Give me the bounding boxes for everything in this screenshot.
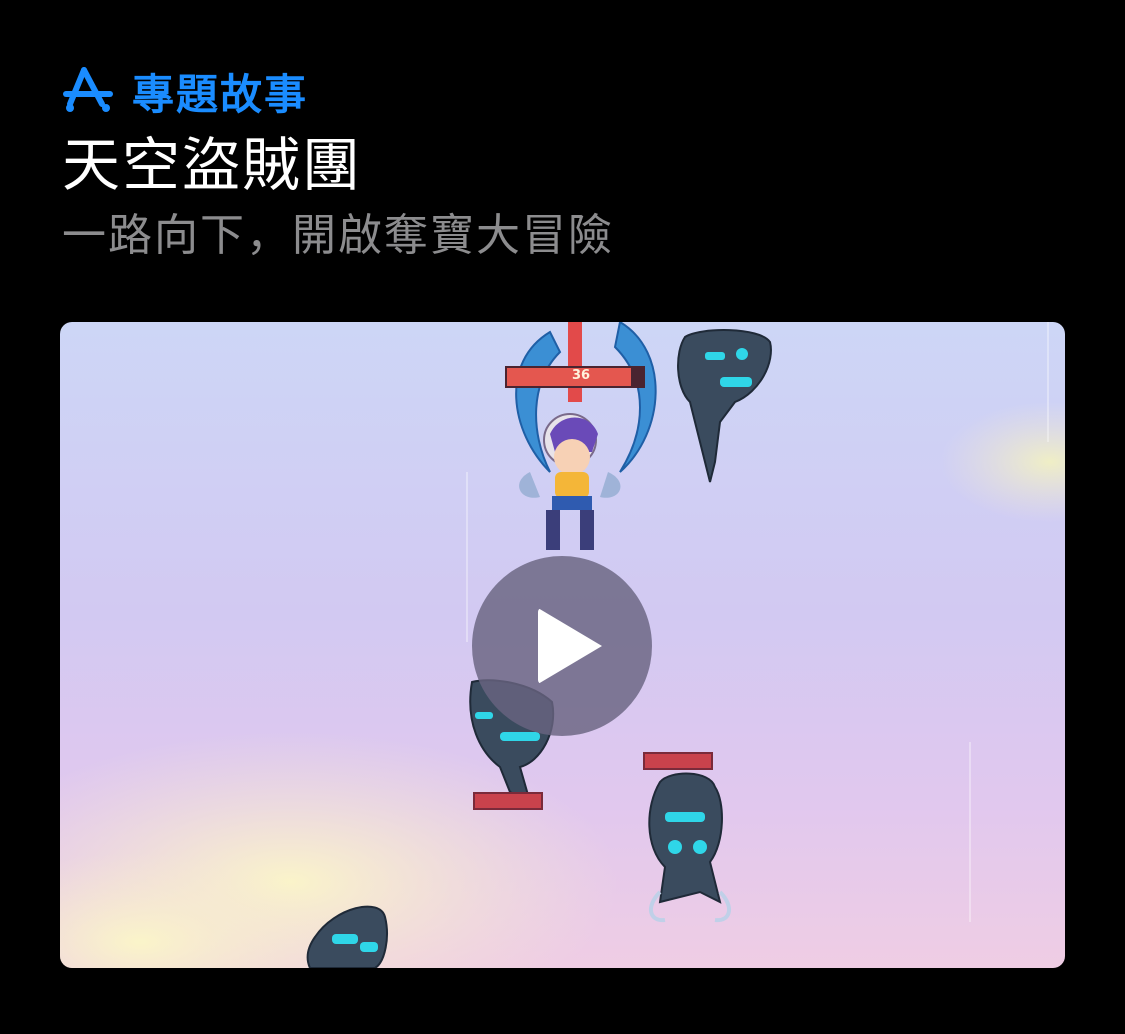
- player-hp-label: 36: [571, 368, 591, 383]
- eyebrow-label: 專題故事: [132, 69, 309, 119]
- story-title: 天空盜賊團: [62, 131, 363, 199]
- play-button[interactable]: [472, 556, 652, 736]
- story-subtitle: 一路向下，開啟奪寶大冒險: [62, 210, 614, 261]
- video-preview[interactable]: 36: [60, 322, 1065, 968]
- story-eyebrow[interactable]: 專題故事: [62, 58, 1085, 124]
- app-store-icon: [62, 64, 116, 118]
- play-icon: [538, 608, 602, 684]
- story-header: 專題故事 天空盜賊團 一路向下，開啟奪寶大冒險: [62, 58, 1085, 264]
